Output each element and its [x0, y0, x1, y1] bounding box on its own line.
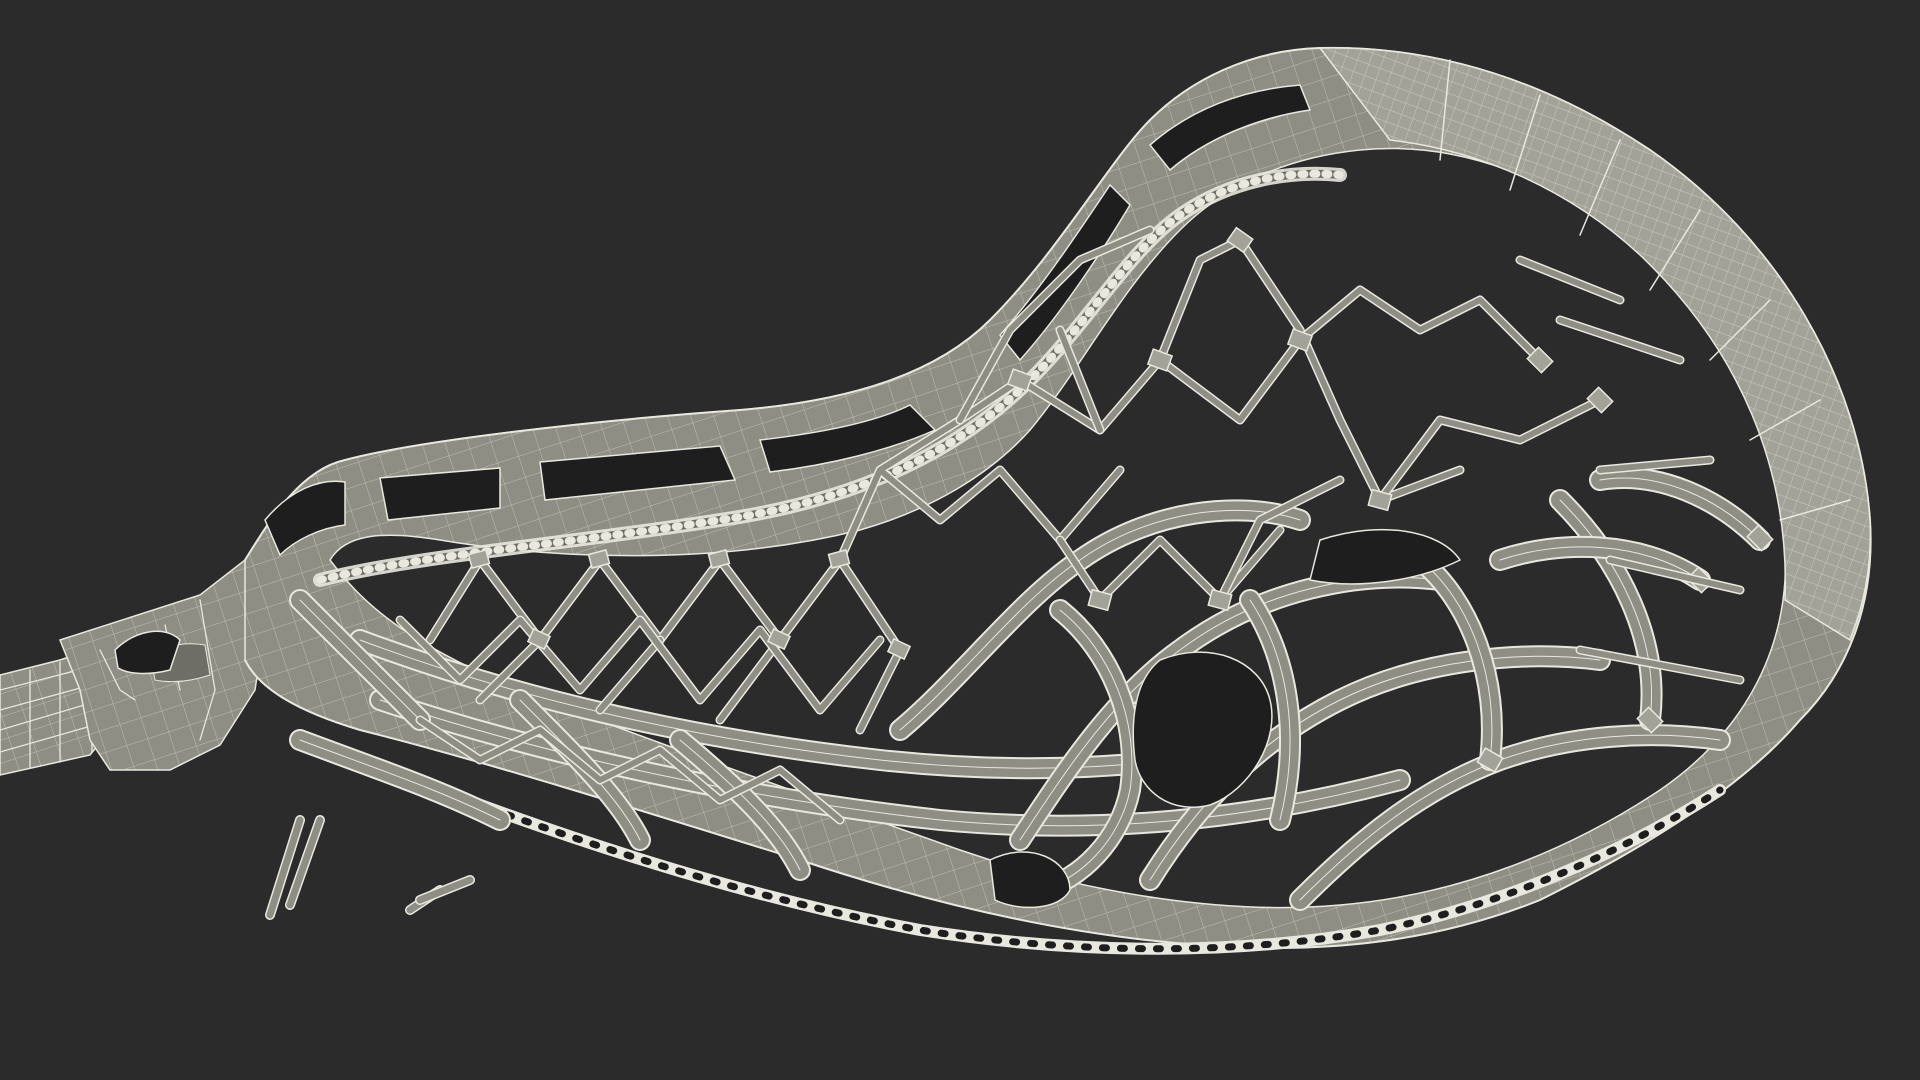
wireframe-render	[0, 0, 1920, 1080]
